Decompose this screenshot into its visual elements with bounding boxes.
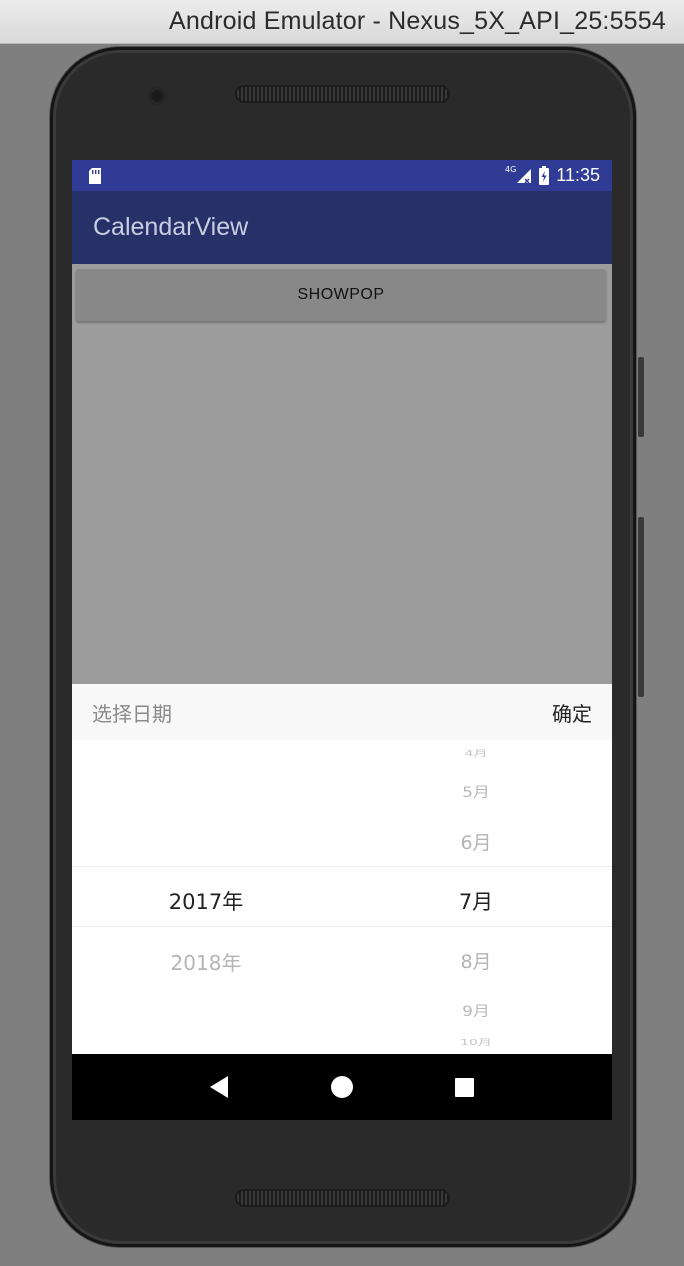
- date-sheet-title: 选择日期: [92, 701, 172, 726]
- status-icons: 4G 11:35: [505, 165, 600, 186]
- date-picker[interactable]: 2017年 2018年 4月 5月 6月 7月 8月 9月 10月: [72, 740, 612, 1054]
- app-bar: CalendarView: [72, 191, 612, 264]
- front-camera: [148, 87, 166, 105]
- home-icon: [330, 1076, 353, 1098]
- app-title: CalendarView: [93, 213, 249, 241]
- home-button[interactable]: [322, 1067, 362, 1107]
- recents-icon: [455, 1077, 475, 1097]
- selection-line-top: [72, 866, 612, 867]
- month-item[interactable]: 6月: [460, 828, 491, 855]
- dimmed-content-area[interactable]: SHOWPOP: [72, 264, 612, 684]
- confirm-button[interactable]: 确定: [552, 698, 592, 727]
- month-item[interactable]: 8月: [460, 947, 491, 974]
- window-title: Android Emulator - Nexus_5X_API_25:5554: [169, 7, 666, 35]
- network-type: 4G: [504, 165, 517, 174]
- selection-line-bottom: [72, 926, 612, 927]
- power-button[interactable]: [638, 357, 644, 437]
- status-time: 11:35: [556, 165, 600, 185]
- month-item[interactable]: 4月: [465, 748, 488, 759]
- month-item[interactable]: 9月: [462, 999, 490, 1020]
- top-speaker: [235, 85, 450, 103]
- month-item[interactable]: 5月: [462, 780, 490, 801]
- showpop-button[interactable]: SHOWPOP: [76, 269, 606, 321]
- bottom-speaker: [235, 1189, 450, 1207]
- year-item-selected[interactable]: 2017年: [169, 886, 243, 916]
- date-sheet-header: 选择日期 确定: [72, 684, 612, 740]
- signal-icon: [517, 168, 532, 184]
- back-button[interactable]: [199, 1067, 239, 1107]
- device-screen: 4G 11:35 CalendarView SHOWPOP 选择日期 确定 20…: [72, 160, 612, 1120]
- back-icon: [210, 1076, 229, 1098]
- month-item[interactable]: 10月: [460, 1037, 492, 1048]
- status-bar: 4G 11:35: [72, 160, 612, 191]
- navigation-bar: [72, 1054, 612, 1120]
- recents-button[interactable]: [445, 1067, 485, 1107]
- battery-icon: [539, 166, 550, 185]
- emulator-titlebar: Android Emulator - Nexus_5X_API_25:5554: [0, 0, 684, 44]
- volume-button[interactable]: [638, 517, 644, 697]
- sd-card-icon: [89, 167, 101, 184]
- month-item-selected[interactable]: 7月: [459, 886, 493, 916]
- year-item[interactable]: 2018年: [171, 947, 242, 976]
